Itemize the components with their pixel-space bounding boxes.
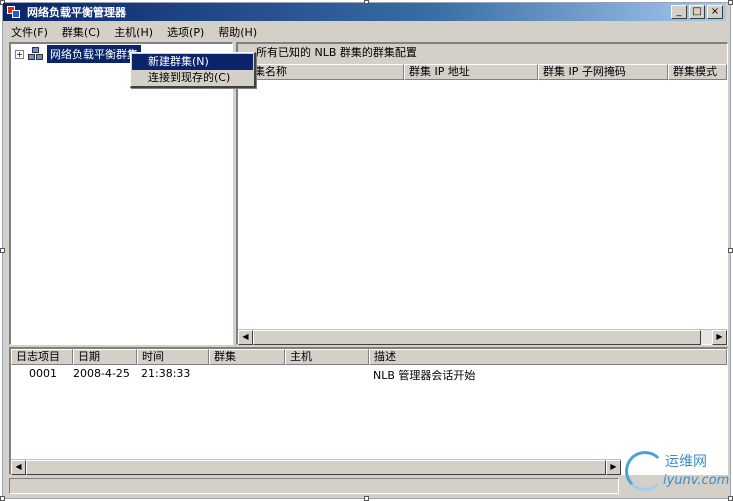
minimize-button[interactable]: _	[671, 5, 687, 19]
context-menu: 新建群集(N) 连接到现存的(C)	[130, 52, 256, 88]
cluster-icon	[28, 47, 44, 61]
log-date-cell: 2008-4-25	[73, 367, 130, 380]
resize-handle	[0, 248, 5, 253]
tree-root-node[interactable]: + 网络负载平衡群集	[15, 45, 141, 63]
cluster-list-pane: 所有已知的 NLB 群集的群集配置 群集名称 群集 IP 地址 群集 IP 子网…	[236, 42, 728, 345]
log-pane: 日志项目 日期 时间 群集 主机 描述 0001 2008-4-25 21:38…	[9, 347, 728, 475]
swirl-logo-icon	[625, 451, 665, 491]
menu-connect-existing[interactable]: 连接到现存的(C)	[132, 70, 253, 86]
scroll-right-icon[interactable]: ▶	[712, 330, 727, 345]
status-bar	[9, 478, 619, 494]
column-cluster-ip[interactable]: 群集 IP 地址	[404, 64, 538, 80]
menu-options[interactable]: 选项(P)	[167, 24, 204, 40]
menu-new-cluster[interactable]: 新建群集(N)	[132, 54, 253, 70]
tree-root-label[interactable]: 网络负载平衡群集	[47, 45, 141, 63]
resize-handle	[728, 496, 733, 501]
close-button[interactable]: ×	[707, 5, 723, 19]
log-description-cell: NLB 管理器会话开始	[373, 369, 476, 382]
log-time-cell: 21:38:33	[141, 367, 191, 380]
menu-bar: 文件(F) 群集(C) 主机(H) 选项(P) 帮助(H)	[3, 22, 726, 41]
watermark: 运维网 iyunv.com	[625, 449, 730, 495]
column-cluster-subnet[interactable]: 群集 IP 子网掩码	[538, 64, 668, 80]
column-cluster-name[interactable]: 群集名称	[238, 64, 404, 80]
resize-handle	[728, 0, 733, 5]
scroll-left-icon[interactable]: ◀	[238, 330, 253, 345]
cluster-list-header: 所有已知的 NLB 群集的群集配置	[238, 44, 727, 64]
nlb-app-icon	[7, 5, 21, 19]
menu-help[interactable]: 帮助(H)	[218, 24, 257, 40]
column-log-entry[interactable]: 日志项目	[11, 349, 73, 365]
title-bar: 网络负载平衡管理器 _ □ ×	[3, 3, 726, 21]
resize-handle	[0, 496, 5, 501]
scroll-thumb[interactable]	[253, 330, 701, 345]
resize-handle	[728, 248, 733, 253]
scroll-thumb[interactable]	[26, 460, 606, 475]
column-log-time[interactable]: 时间	[137, 349, 209, 365]
menu-cluster[interactable]: 群集(C)	[62, 24, 100, 40]
column-log-description[interactable]: 描述	[369, 349, 727, 365]
expand-icon[interactable]: +	[15, 49, 24, 59]
watermark-en: iyunv.com	[663, 473, 730, 488]
horizontal-scrollbar[interactable]: ◀ ▶	[11, 459, 621, 475]
column-log-cluster[interactable]: 群集	[209, 349, 285, 365]
menu-host[interactable]: 主机(H)	[114, 24, 153, 40]
horizontal-scrollbar[interactable]: ◀ ▶	[238, 329, 727, 345]
column-log-host[interactable]: 主机	[285, 349, 369, 365]
maximize-button[interactable]: □	[689, 5, 705, 19]
scroll-right-icon[interactable]: ▶	[606, 460, 621, 475]
resize-handle	[364, 496, 369, 501]
window-title: 网络负载平衡管理器	[27, 6, 126, 19]
scroll-left-icon[interactable]: ◀	[11, 460, 26, 475]
column-cluster-mode[interactable]: 群集模式	[668, 64, 727, 80]
column-log-date[interactable]: 日期	[73, 349, 137, 365]
log-entry-cell: 0001	[29, 367, 57, 380]
menu-file[interactable]: 文件(F)	[11, 24, 48, 40]
watermark-cn: 运维网	[665, 454, 707, 470]
